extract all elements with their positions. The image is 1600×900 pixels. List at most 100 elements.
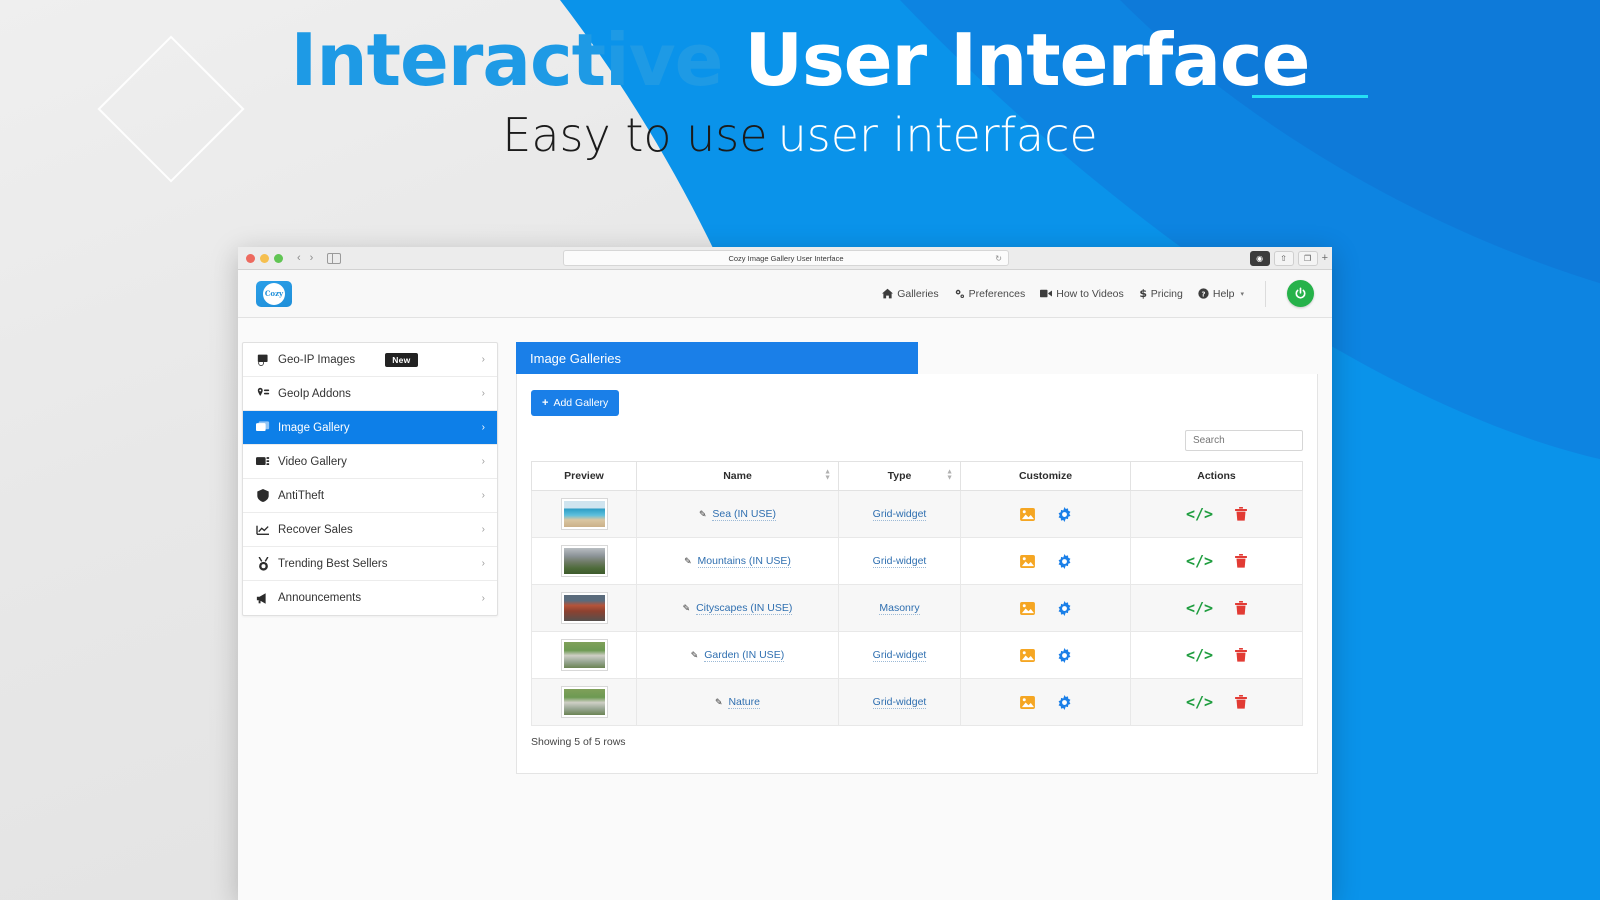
gallery-name-link[interactable]: Nature — [728, 696, 760, 709]
search-input[interactable] — [1185, 430, 1303, 451]
power-icon[interactable] — [1287, 280, 1314, 307]
image-icon[interactable] — [1020, 602, 1035, 615]
new-tab-button[interactable]: + — [1322, 252, 1328, 264]
window-controls[interactable] — [246, 254, 283, 263]
sea-thumbnail — [562, 499, 607, 529]
panel-header: Image Galleries — [516, 342, 918, 374]
column-header-customize: Customize — [961, 462, 1131, 491]
cell-name: ✎ Garden (IN USE) — [637, 632, 839, 679]
sort-icon-name[interactable]: ▲▼ — [824, 470, 831, 483]
nav-item-how-to-videos[interactable]: How to Videos — [1040, 288, 1124, 300]
gallery-type-link[interactable]: Grid-widget — [873, 508, 927, 521]
nav-item-galleries[interactable]: Galleries — [882, 288, 938, 300]
gear-icon[interactable] — [1057, 648, 1072, 663]
table-body: ✎ Sea (IN USE) Grid-widget — [532, 491, 1303, 726]
code-icon[interactable]: </> — [1186, 693, 1213, 711]
cell-customize — [961, 491, 1131, 538]
cell-preview — [532, 585, 637, 632]
sidebar-toggle-icon[interactable] — [327, 253, 341, 264]
geo-addon-icon — [255, 387, 271, 400]
pencil-icon[interactable]: ✎ — [683, 603, 691, 613]
column-header-actions: Actions — [1131, 462, 1303, 491]
hero-banner: InteractiveUser Interface Easy to useuse… — [0, 0, 1600, 230]
sidebar-item-geo-ip-images[interactable]: Geo-IP Images New › — [243, 343, 497, 377]
code-icon[interactable]: </> — [1186, 599, 1213, 617]
minimize-window-button[interactable] — [260, 254, 269, 263]
sidebar-item-image-gallery[interactable]: Image Gallery › — [243, 411, 497, 445]
image-icon[interactable] — [1020, 508, 1035, 521]
megaphone-icon — [255, 592, 271, 605]
gear-icon[interactable] — [1057, 507, 1072, 522]
gear-icon[interactable] — [1057, 695, 1072, 710]
trash-icon[interactable] — [1235, 695, 1247, 709]
close-window-button[interactable] — [246, 254, 255, 263]
video-icon — [1040, 288, 1052, 299]
cell-actions: </> — [1131, 491, 1303, 538]
table-footer-count: Showing 5 of 5 rows — [531, 736, 1303, 748]
nav-item-preferences[interactable]: Preferences — [954, 288, 1026, 300]
gallery-type-link[interactable]: Grid-widget — [873, 649, 927, 662]
pencil-icon[interactable]: ✎ — [684, 556, 692, 566]
home-icon — [882, 288, 893, 299]
chevron-right-icon: › — [482, 354, 485, 365]
main-navigation: Galleries Preferences How to Videos $ Pr… — [882, 280, 1314, 307]
table-row: ✎ Mountains (IN USE) Grid-widget — [532, 538, 1303, 585]
nav-label-help: Help — [1213, 288, 1235, 300]
downloads-icon[interactable]: ◉ — [1250, 251, 1270, 266]
back-icon[interactable]: ‹ — [297, 252, 301, 264]
sidebar-item-trending-best-sellers[interactable]: Trending Best Sellers › — [243, 547, 497, 581]
nav-item-pricing[interactable]: $ Pricing — [1139, 288, 1183, 300]
add-gallery-button[interactable]: + Add Gallery — [531, 390, 619, 416]
hero-subtitle-part2: user interface — [778, 108, 1098, 162]
sidebar-item-video-gallery[interactable]: Video Gallery › — [243, 445, 497, 479]
share-icon[interactable]: ⇧ — [1274, 251, 1294, 266]
gallery-name-link[interactable]: Sea (IN USE) — [712, 508, 776, 521]
gallery-name-link[interactable]: Mountains (IN USE) — [698, 555, 791, 568]
nav-label-how-to-videos: How to Videos — [1056, 288, 1124, 300]
gear-icon[interactable] — [1057, 601, 1072, 616]
pencil-icon[interactable]: ✎ — [691, 650, 699, 660]
gallery-type-link[interactable]: Masonry — [879, 602, 919, 615]
sidebar-item-announcements[interactable]: Announcements › — [243, 581, 497, 615]
nav-label-galleries: Galleries — [897, 288, 938, 300]
image-icon[interactable] — [1020, 555, 1035, 568]
app-logo[interactable]: Cozy — [256, 281, 292, 307]
gallery-type-link[interactable]: Grid-widget — [873, 696, 927, 709]
gallery-type-link[interactable]: Grid-widget — [873, 555, 927, 568]
main-content: Image Galleries + Add Gallery Preview — [516, 342, 1318, 900]
sidebar-item-geoip-addons[interactable]: GeoIp Addons › — [243, 377, 497, 411]
cell-customize — [961, 585, 1131, 632]
address-bar[interactable]: Cozy Image Gallery User Interface ↻ — [563, 250, 1009, 266]
pencil-icon[interactable]: ✎ — [699, 509, 707, 519]
code-icon[interactable]: </> — [1186, 646, 1213, 664]
sidebar-label-geo-ip-images: Geo-IP Images — [278, 354, 355, 366]
sidebar-item-recover-sales[interactable]: Recover Sales › — [243, 513, 497, 547]
gallery-name-link[interactable]: Cityscapes (IN USE) — [696, 602, 792, 615]
garden-thumbnail — [562, 640, 607, 670]
maximize-window-button[interactable] — [274, 254, 283, 263]
reload-icon[interactable]: ↻ — [995, 254, 1002, 263]
column-header-type[interactable]: Type ▲▼ — [839, 462, 961, 491]
image-icon[interactable] — [1020, 649, 1035, 662]
sidebar-label-trending-best-sellers: Trending Best Sellers — [278, 558, 388, 570]
geo-image-icon — [255, 353, 271, 366]
cell-type: Grid-widget — [839, 632, 961, 679]
trash-icon[interactable] — [1235, 601, 1247, 615]
sidebar-item-antitheft[interactable]: AntiTheft › — [243, 479, 497, 513]
code-icon[interactable]: </> — [1186, 505, 1213, 523]
trash-icon[interactable] — [1235, 554, 1247, 568]
sort-icon-type[interactable]: ▲▼ — [946, 470, 953, 483]
gallery-name-link[interactable]: Garden (IN USE) — [704, 649, 784, 662]
column-label-type: Type — [888, 470, 912, 482]
gear-icon[interactable] — [1057, 554, 1072, 569]
trash-icon[interactable] — [1235, 648, 1247, 662]
forward-icon[interactable]: › — [310, 252, 314, 264]
pencil-icon[interactable]: ✎ — [715, 697, 723, 707]
image-icon[interactable] — [1020, 696, 1035, 709]
code-icon[interactable]: </> — [1186, 552, 1213, 570]
nav-item-help[interactable]: ? Help ▾ — [1198, 288, 1244, 300]
nav-divider — [1265, 281, 1266, 307]
tabs-icon[interactable]: ❐ — [1298, 251, 1318, 266]
trash-icon[interactable] — [1235, 507, 1247, 521]
column-header-name[interactable]: Name ▲▼ — [637, 462, 839, 491]
